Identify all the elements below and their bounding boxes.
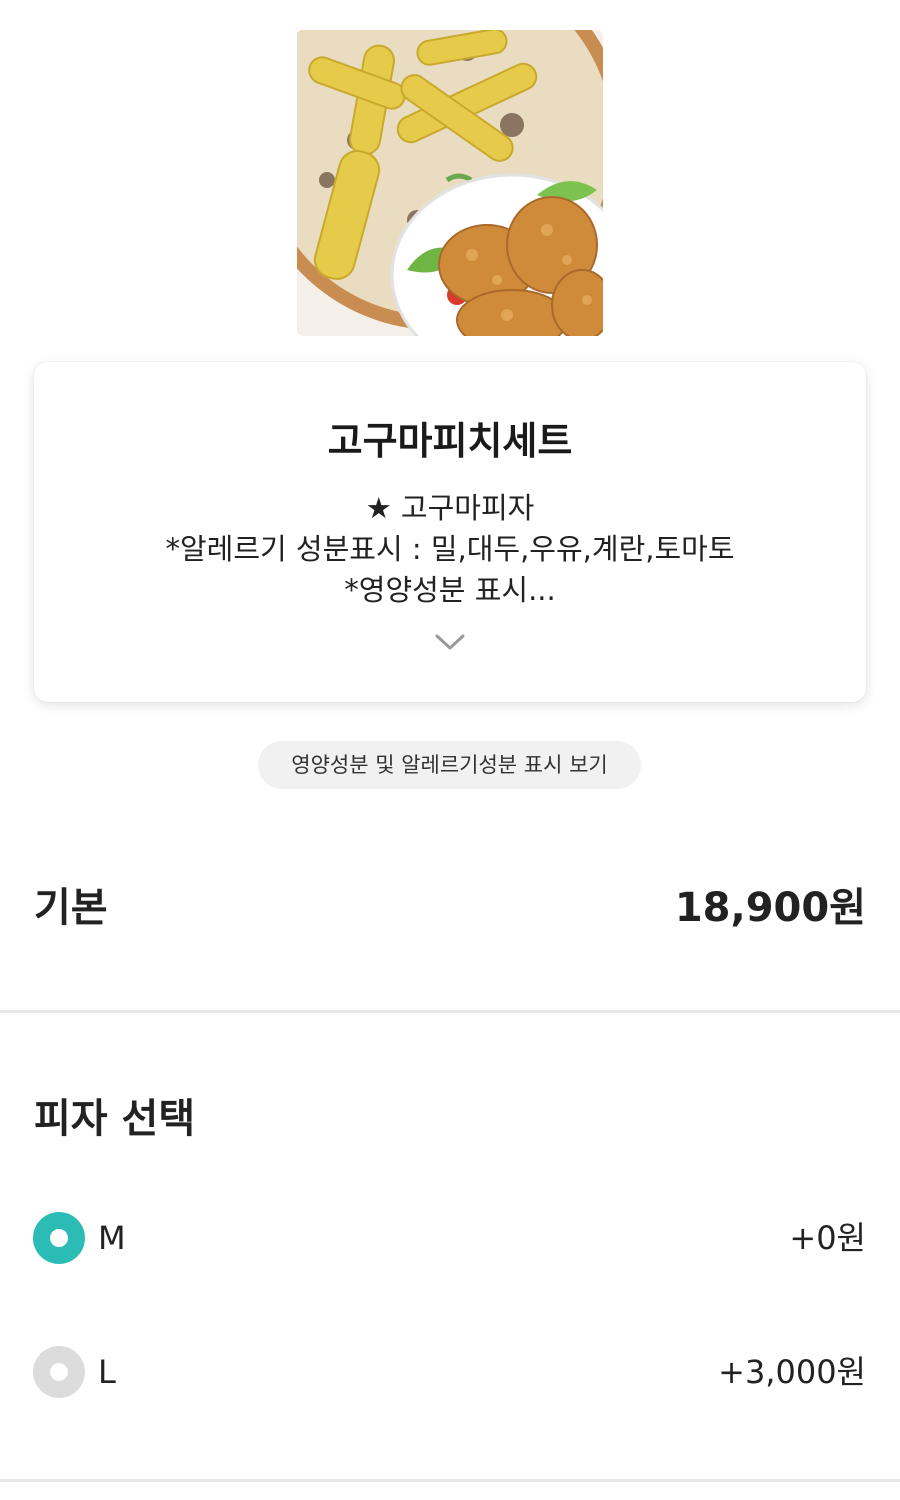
product-name: 고구마피치세트 [327, 419, 573, 463]
option-label: L [98, 1353, 116, 1391]
pizza-option-m[interactable]: M +0원 [0, 1207, 900, 1267]
product-detail-page: 고구마피치세트 ★ 고구마피자 *알레르기 성분표시 : 밀,대두,우유,계란,… [0, 0, 900, 1500]
description-line: *알레르기 성분표시 : 밀,대두,우유,계란,토마토 [165, 532, 735, 566]
description-line: ★ 고구마피자 [365, 491, 535, 525]
pizza-option-l[interactable]: L +3,000원 [0, 1341, 900, 1401]
base-price: 18,900원 [674, 885, 866, 931]
divider [0, 1479, 900, 1482]
radio-button-unselected[interactable] [33, 1346, 85, 1398]
radio-button-selected[interactable] [33, 1212, 85, 1264]
pizza-select-title: 피자 선택 [34, 1096, 196, 1142]
base-label: 기본 [34, 885, 108, 931]
description-line: *영양성분 표시... [344, 573, 556, 607]
product-description[interactable]: ★ 고구마피자 *알레르기 성분표시 : 밀,대두,우유,계란,토마토 *영양성… [34, 488, 866, 611]
pizza-chicken-illustration [297, 30, 603, 336]
option-label: M [98, 1219, 126, 1257]
nutrition-allergy-button[interactable]: 영양성분 및 알레르기성분 표시 보기 [258, 741, 641, 789]
chevron-down-icon[interactable] [434, 632, 466, 652]
divider [0, 1010, 900, 1013]
option-price: +3,000원 [718, 1353, 866, 1391]
option-price: +0원 [789, 1219, 866, 1257]
product-image [297, 30, 603, 336]
product-info-card: 고구마피치세트 ★ 고구마피자 *알레르기 성분표시 : 밀,대두,우유,계란,… [34, 362, 866, 702]
